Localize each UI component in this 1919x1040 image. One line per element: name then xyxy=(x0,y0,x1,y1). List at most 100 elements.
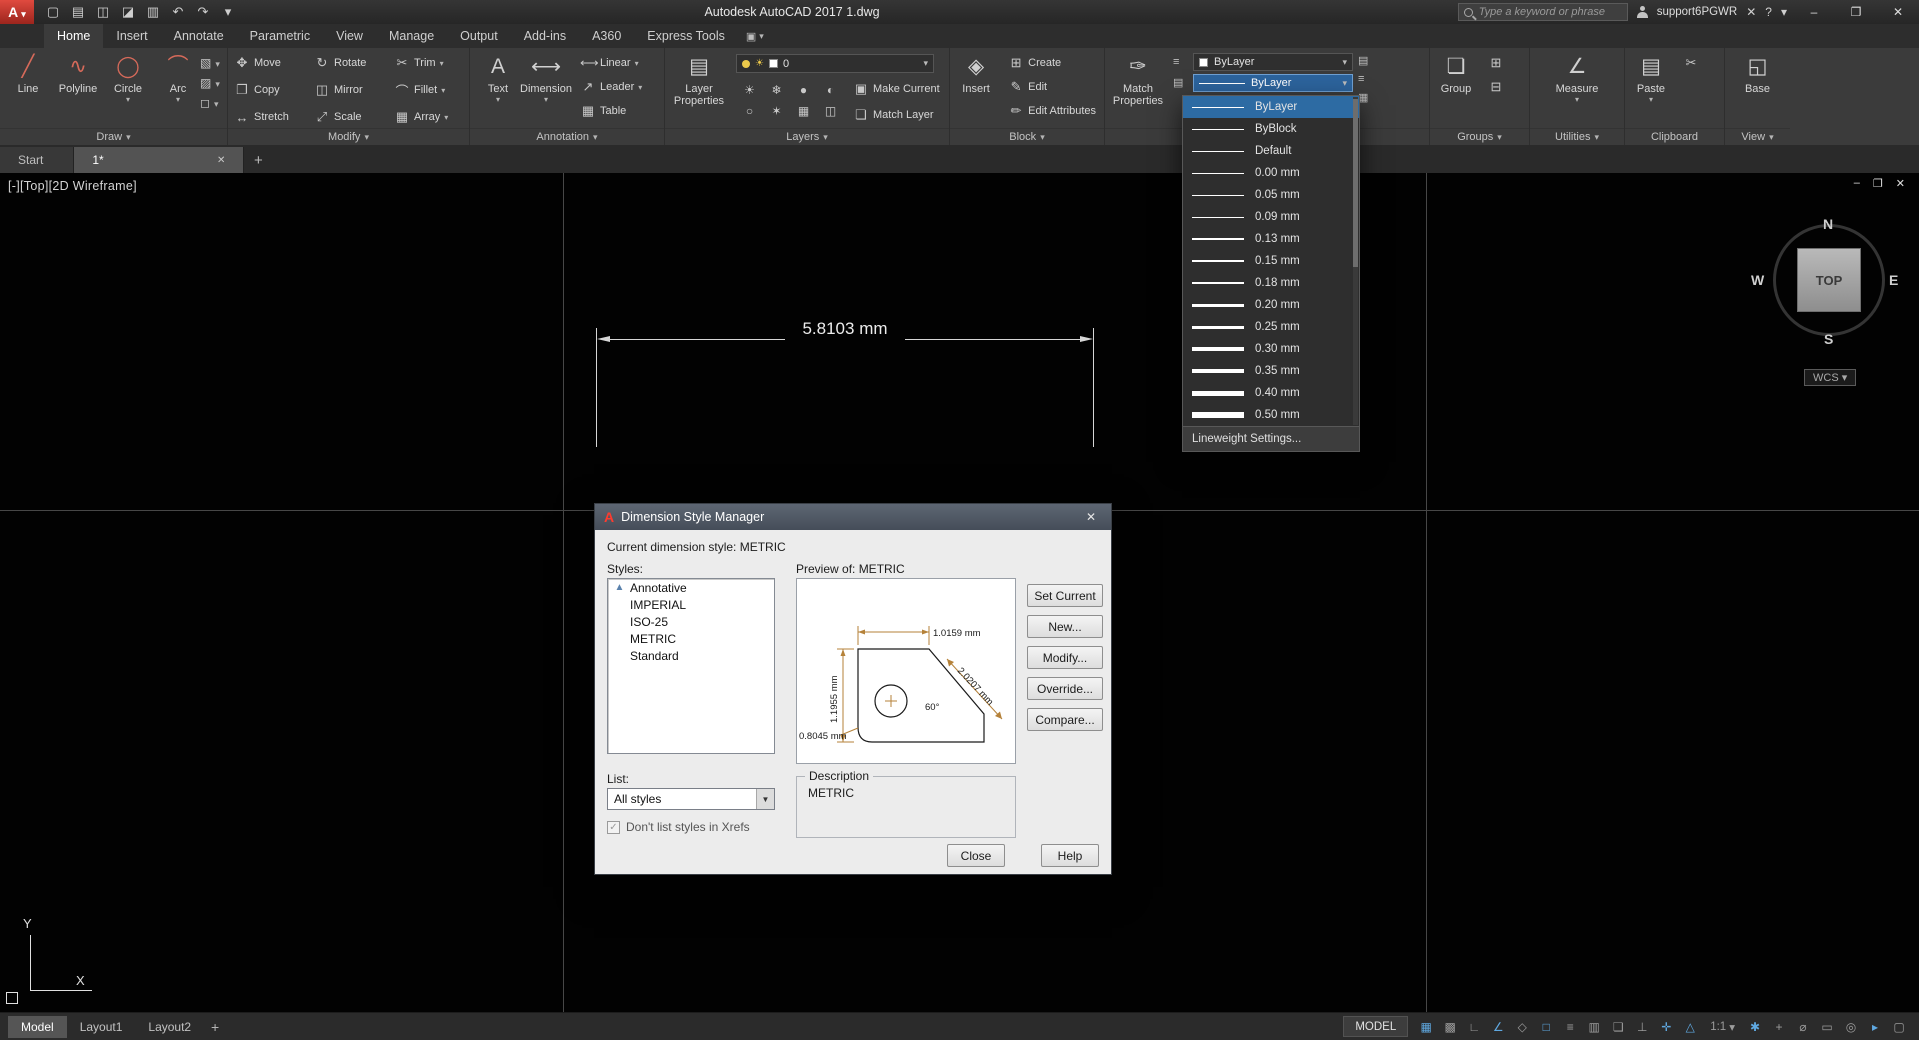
viewport-close-icon[interactable]: ✕ xyxy=(1896,177,1905,190)
ribbon-button[interactable]: ↻ Rotate xyxy=(310,51,388,75)
object-color-combo[interactable]: ByLayer ▾ xyxy=(1193,53,1353,71)
ribbon-button[interactable]: ✂ Trim ▾ xyxy=(390,51,468,75)
measure-button[interactable]: ∠ Measure ▾ xyxy=(1551,51,1603,125)
layout-tab[interactable]: Layout1 xyxy=(67,1016,136,1038)
lineweight-option[interactable]: 0.18 mm xyxy=(1183,272,1359,294)
ribbon-tab[interactable]: A360 xyxy=(579,24,634,48)
group-tool-button[interactable]: ⊞ xyxy=(1484,51,1508,75)
help-menu-caret-icon[interactable]: ▾ xyxy=(1781,5,1787,19)
match-properties-button[interactable]: ✑ Match Properties xyxy=(1109,51,1167,125)
group-button[interactable]: ❏ Group xyxy=(1434,51,1478,125)
viewport-controls-label[interactable]: [-][Top][2D Wireframe] xyxy=(8,179,137,193)
grid-icon[interactable]: ▦ xyxy=(1414,1017,1438,1037)
style-list-item[interactable]: IMPERIAL xyxy=(608,596,774,613)
lineweight-option[interactable]: 0.30 mm xyxy=(1183,338,1359,360)
combo-caret-icon[interactable]: ▾ xyxy=(923,58,928,69)
ribbon-button[interactable]: ⌒ Fillet ▾ xyxy=(390,78,468,102)
save-icon[interactable]: ◫ xyxy=(92,2,114,22)
dialog-action-button[interactable]: Override... xyxy=(1027,677,1103,700)
viewcube-west[interactable]: W xyxy=(1751,272,1764,288)
quick-properties-icon[interactable]: ▭ xyxy=(1815,1017,1839,1037)
draw-extra-tool[interactable]: ◻ xyxy=(200,96,220,110)
ribbon-button[interactable]: ∿ Polyline xyxy=(54,51,102,125)
layer-tool-icon[interactable]: ❄ xyxy=(763,79,790,100)
style-list-item[interactable]: Standard xyxy=(608,647,774,664)
layout-tab[interactable]: Layout2 xyxy=(135,1016,204,1038)
ribbon-button[interactable]: ❏ Match Layer xyxy=(849,103,944,127)
layer-properties-button[interactable]: ▤ Layer Properties xyxy=(669,51,729,125)
dynamic-input-icon[interactable]: ✛ xyxy=(1654,1017,1678,1037)
layer-tool-icon[interactable]: ▦ xyxy=(790,100,817,121)
combo-dropdown-button[interactable]: ▼ xyxy=(756,789,774,809)
draw-extra-tool[interactable]: ▧ xyxy=(200,56,220,70)
layer-select-combo[interactable]: ☀ 0 ▾ xyxy=(736,54,934,73)
paste-button[interactable]: ▤ Paste ▾ xyxy=(1629,51,1673,125)
lineweight-option[interactable]: ByBlock xyxy=(1183,118,1359,140)
properties-tool-icon[interactable]: ≡ xyxy=(1358,73,1368,85)
model-space-toggle[interactable]: MODEL xyxy=(1343,1016,1408,1037)
ribbon-button[interactable]: A Text ▾ xyxy=(474,51,522,125)
panel-label-clipboard[interactable]: Clipboard xyxy=(1625,128,1724,145)
ribbon-tab[interactable]: Parametric xyxy=(237,24,323,48)
dropdown-scrollbar[interactable] xyxy=(1353,97,1358,425)
annotation-scale-button[interactable]: 1:1 ▾ xyxy=(1703,1020,1742,1034)
undo-icon[interactable]: ↶ xyxy=(167,2,189,22)
panel-label-annotation[interactable]: Annotation xyxy=(470,128,664,145)
style-list-item[interactable]: ISO-25 xyxy=(608,613,774,630)
layer-tool-icon[interactable]: ○ xyxy=(736,100,763,121)
ribbon-tab[interactable]: Express Tools xyxy=(634,24,738,48)
ribbon-tab[interactable]: View xyxy=(323,24,376,48)
panel-label-utilities[interactable]: Utilities xyxy=(1530,128,1624,145)
properties-tool-icon[interactable]: ▤ xyxy=(1358,54,1368,67)
ribbon-tab[interactable]: Output xyxy=(447,24,511,48)
lineweight-option[interactable]: 0.09 mm xyxy=(1183,206,1359,228)
ribbon-tab[interactable]: Annotate xyxy=(161,24,237,48)
new-drawing-icon[interactable]: ▢ xyxy=(42,2,64,22)
qat-customize-icon[interactable]: ▾ xyxy=(217,2,239,22)
xref-checkbox[interactable]: ✓ xyxy=(607,821,620,834)
lineweight-option[interactable]: 0.00 mm xyxy=(1183,162,1359,184)
ribbon-button[interactable]: ⟷ Linear ▾ xyxy=(576,51,646,75)
search-input[interactable]: Type a keyword or phrase xyxy=(1458,3,1628,21)
panel-label-draw[interactable]: Draw xyxy=(0,128,227,145)
open-icon[interactable]: ▤ xyxy=(67,2,89,22)
snap-icon[interactable]: ▩ xyxy=(1438,1017,1462,1037)
ribbon-button[interactable]: ↗ Leader ▾ xyxy=(576,75,646,99)
lineweight-option[interactable]: 0.25 mm xyxy=(1183,316,1359,338)
units-icon[interactable]: ⌀ xyxy=(1791,1017,1815,1037)
file-tab[interactable]: 1* ✕ xyxy=(74,147,244,173)
viewcube-south[interactable]: S xyxy=(1824,331,1833,347)
object-snap-icon[interactable]: □ xyxy=(1534,1017,1558,1037)
panel-label-block[interactable]: Block xyxy=(950,128,1104,145)
draw-extra-tool[interactable]: ▨ xyxy=(200,76,220,90)
layer-tool-icon[interactable]: ◐ xyxy=(817,79,844,100)
ribbon-button[interactable]: ▦ Array ▾ xyxy=(390,105,468,129)
styles-listbox[interactable]: ▲ Annotative IMPERIAL ISO-25 METRIC Stan… xyxy=(607,578,775,754)
help-button[interactable]: Help xyxy=(1041,844,1099,867)
transparency-icon[interactable]: ▥ xyxy=(1582,1017,1606,1037)
viewport-minimize-icon[interactable]: ‒ xyxy=(1854,177,1860,190)
layout-tab[interactable]: Model xyxy=(8,1016,67,1038)
exchange-apps-icon[interactable]: ✕ xyxy=(1746,5,1756,19)
panel-label-modify[interactable]: Modify xyxy=(228,128,469,145)
ribbon-button[interactable]: ⟷ Dimension ▾ xyxy=(522,51,570,125)
ribbon-tab[interactable]: Insert xyxy=(103,24,160,48)
ribbon-tab[interactable]: Home xyxy=(44,24,103,48)
graphics-performance-icon[interactable]: ▸ xyxy=(1863,1017,1887,1037)
dialog-action-button[interactable]: Compare... xyxy=(1027,708,1103,731)
panel-label-groups[interactable]: Groups xyxy=(1430,128,1529,145)
isodraft-icon[interactable]: ◇ xyxy=(1510,1017,1534,1037)
viewcube-east[interactable]: E xyxy=(1889,272,1898,288)
ortho-icon[interactable]: ∟ xyxy=(1462,1017,1486,1037)
dialog-title-bar[interactable]: A Dimension Style Manager ✕ xyxy=(595,504,1111,530)
selection-cycling-icon[interactable]: ❏ xyxy=(1606,1017,1630,1037)
ribbon-button[interactable]: ⤢ Scale xyxy=(310,105,388,129)
viewcube-top-face[interactable]: TOP xyxy=(1797,248,1861,312)
ribbon-button[interactable]: ▦ Table xyxy=(576,99,646,123)
restore-button[interactable]: ❐ xyxy=(1835,0,1877,24)
plot-icon[interactable]: ▥ xyxy=(142,2,164,22)
ribbon-button[interactable]: ❐ Copy xyxy=(230,78,308,102)
annotation-monitor-icon[interactable]: + xyxy=(1767,1017,1791,1037)
base-view-button[interactable]: ◱ Base xyxy=(1734,51,1782,125)
combo-caret-icon[interactable]: ▾ xyxy=(1342,57,1347,68)
